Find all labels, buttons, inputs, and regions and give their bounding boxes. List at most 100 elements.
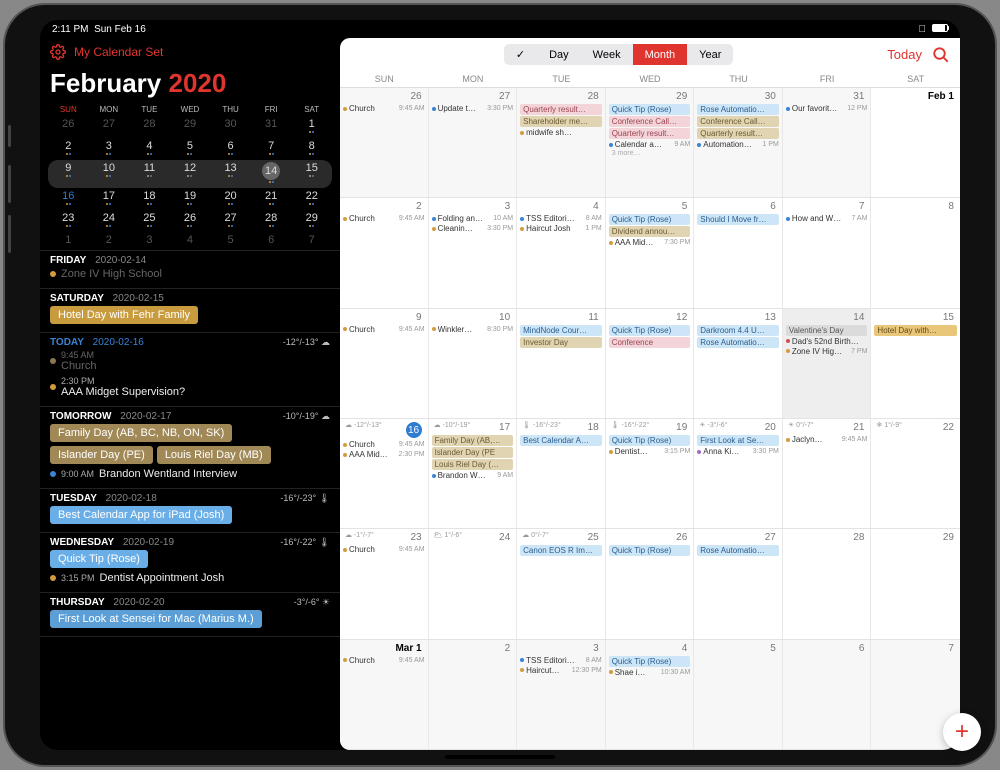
event-bar[interactable]: Quick Tip (Rose) [609,325,691,336]
event-bar[interactable]: Rose Automatio… [697,104,779,115]
calendar-day[interactable]: ☀ 0°/-7°21Jaclyn…9:45 AM [783,419,872,528]
event-bar[interactable]: Quarterly result… [520,104,602,115]
event-row[interactable]: Church9:45 AM [343,440,425,449]
calendar-day[interactable]: 27Rose Automatio… [694,529,783,638]
mini-day[interactable]: 16 [48,188,89,210]
calendar-day[interactable]: 5Quick Tip (Rose)Dividend annou…AAA Mid…… [606,198,695,307]
calendar-day[interactable]: 31Our favorit…12 PM [783,88,872,197]
calendar-day[interactable]: 11MindNode Cour…Investor Day [517,309,606,418]
seg-day[interactable]: Day [537,44,581,65]
mini-day[interactable]: 23 [48,210,89,232]
calendar-day[interactable]: 6Should I Move fr… [694,198,783,307]
calendar-day[interactable]: 29Quick Tip (Rose)Conference Call…Quarte… [606,88,695,197]
event-bar[interactable]: First Look at Se… [697,435,779,446]
mini-day[interactable]: 21 [251,188,292,210]
event-row[interactable]: Dentist…3:15 PM [609,447,691,456]
event-row[interactable]: Our favorit…12 PM [786,104,868,113]
month-grid[interactable]: 26Church9:45 AM27Update t…3:30 PM28Quart… [340,88,960,750]
mini-day[interactable]: 3 [89,138,130,160]
agenda-event-chip[interactable]: Family Day (AB, BC, NB, ON, SK) [50,424,232,442]
event-bar[interactable]: Rose Automatio… [697,337,779,348]
event-bar[interactable]: Shareholder me… [520,116,602,127]
event-row[interactable]: Brandon W…9 AM [432,471,514,480]
mini-day[interactable]: 22 [291,188,332,210]
event-bar[interactable]: Louis Riel Day (… [432,459,514,470]
mini-day[interactable]: 7 [251,138,292,160]
mini-day[interactable]: 26 [48,116,89,138]
event-bar[interactable]: Family Day (AB,… [432,435,514,446]
event-row[interactable]: Church9:45 AM [343,656,425,665]
mini-day[interactable]: 5 [210,232,251,250]
mini-day[interactable]: 7 [291,232,332,250]
calendar-day[interactable]: ☁ -12°/-13°16Church9:45 AMAAA Mid…2:30 P… [340,419,429,528]
seg-year[interactable]: Year [687,44,733,65]
mini-day[interactable]: 18 [129,188,170,210]
event-row[interactable]: Church9:45 AM [343,104,425,113]
calendar-day[interactable]: 28Quarterly result…Shareholder me…midwif… [517,88,606,197]
event-row[interactable]: Dad's 52nd Birth… [786,337,868,346]
mini-day[interactable]: 4 [129,138,170,160]
mini-day[interactable]: 2 [89,232,130,250]
event-bar[interactable]: Islander Day (PE [432,447,514,458]
calendar-day[interactable]: 4TSS Editori…8 AMHaircut Josh1 PM [517,198,606,307]
gear-icon[interactable] [50,44,66,60]
calendar-day[interactable]: 12Quick Tip (Rose)Conference [606,309,695,418]
event-row[interactable]: midwife sh… [520,128,602,137]
mini-day[interactable]: 28 [251,210,292,232]
event-bar[interactable]: Investor Day [520,337,602,348]
seg-list[interactable]: ✓ [504,44,537,65]
calendar-day[interactable]: 26Quick Tip (Rose) [606,529,695,638]
calendar-day[interactable]: 14Valentine's DayDad's 52nd Birth…Zone I… [783,309,872,418]
calendar-day[interactable]: 3Folding an…10 AMCleanin…3:30 PM [429,198,518,307]
mini-day[interactable]: 27 [210,210,251,232]
event-row[interactable]: Anna Ki…3:30 PM [697,447,779,456]
mini-day[interactable]: 9 [48,160,89,188]
calendar-day[interactable]: ☁ -1°/-7°23Church9:45 AM [340,529,429,638]
mini-day[interactable]: 14 [251,160,292,188]
event-bar[interactable]: Hotel Day with… [874,325,957,336]
calendar-day[interactable]: 2 [429,640,518,749]
calendar-day[interactable]: 15Hotel Day with… [871,309,960,418]
event-bar[interactable]: Quick Tip (Rose) [609,435,691,446]
mini-day[interactable]: 6 [251,232,292,250]
calendar-set-label[interactable]: My Calendar Set [74,45,163,59]
agenda-event-chip[interactable]: Islander Day (PE) [50,446,153,464]
mini-day[interactable]: 1 [291,116,332,138]
event-bar[interactable]: Rose Automatio… [697,545,779,556]
calendar-day[interactable]: 13Darkroom 4.4 U…Rose Automatio… [694,309,783,418]
event-row[interactable]: Calendar a…9 AM [609,140,691,149]
calendar-day[interactable]: 🌥 1°/-6°24 [429,529,518,638]
mini-calendar[interactable]: SUNMONTUEWEDTHUFRISAT 262728293031123456… [40,103,340,250]
mini-day[interactable]: 1 [48,232,89,250]
mini-day[interactable]: 24 [89,210,130,232]
mini-day[interactable]: 11 [129,160,170,188]
event-row[interactable]: Haircut…12:30 PM [520,666,602,675]
calendar-day[interactable]: Mar 1Church9:45 AM [340,640,429,749]
agenda-event-row[interactable]: 3:15 PMDentist Appointment Josh [50,570,330,586]
event-bar[interactable]: Conference Call… [609,116,691,127]
event-row[interactable]: AAA Mid…2:30 PM [343,450,425,459]
mini-day[interactable]: 8 [291,138,332,160]
calendar-day[interactable]: 10Winkler…8:30 PM [429,309,518,418]
agenda-event-row[interactable]: Zone IV High School [50,266,330,282]
event-bar[interactable]: Conference Call… [697,116,779,127]
agenda-event-row[interactable]: 9:00 AMBrandon Wentland Interview [50,466,330,482]
mini-day[interactable]: 12 [170,160,211,188]
today-button[interactable]: Today [887,47,922,62]
calendar-day[interactable]: 9Church9:45 AM [340,309,429,418]
seg-month[interactable]: Month [633,44,688,65]
agenda-event-chip[interactable]: Quick Tip (Rose) [50,550,148,568]
event-bar[interactable]: Dividend annou… [609,226,691,237]
view-segmented-control[interactable]: ✓ Day Week Month Year [504,44,734,65]
mini-day[interactable]: 20 [210,188,251,210]
event-row[interactable]: Church9:45 AM [343,214,425,223]
mini-day[interactable]: 28 [129,116,170,138]
event-bar[interactable]: Quick Tip (Rose) [609,104,691,115]
event-bar[interactable]: Best Calendar A… [520,435,602,446]
event-row[interactable]: AAA Mid…7:30 PM [609,238,691,247]
agenda-event-chip[interactable]: First Look at Sensei for Mac (Marius M.) [50,610,262,628]
mini-day[interactable]: 17 [89,188,130,210]
event-row[interactable]: TSS Editori…8 AM [520,214,602,223]
event-bar[interactable]: Conference [609,337,691,348]
calendar-day[interactable]: 8 [871,198,960,307]
